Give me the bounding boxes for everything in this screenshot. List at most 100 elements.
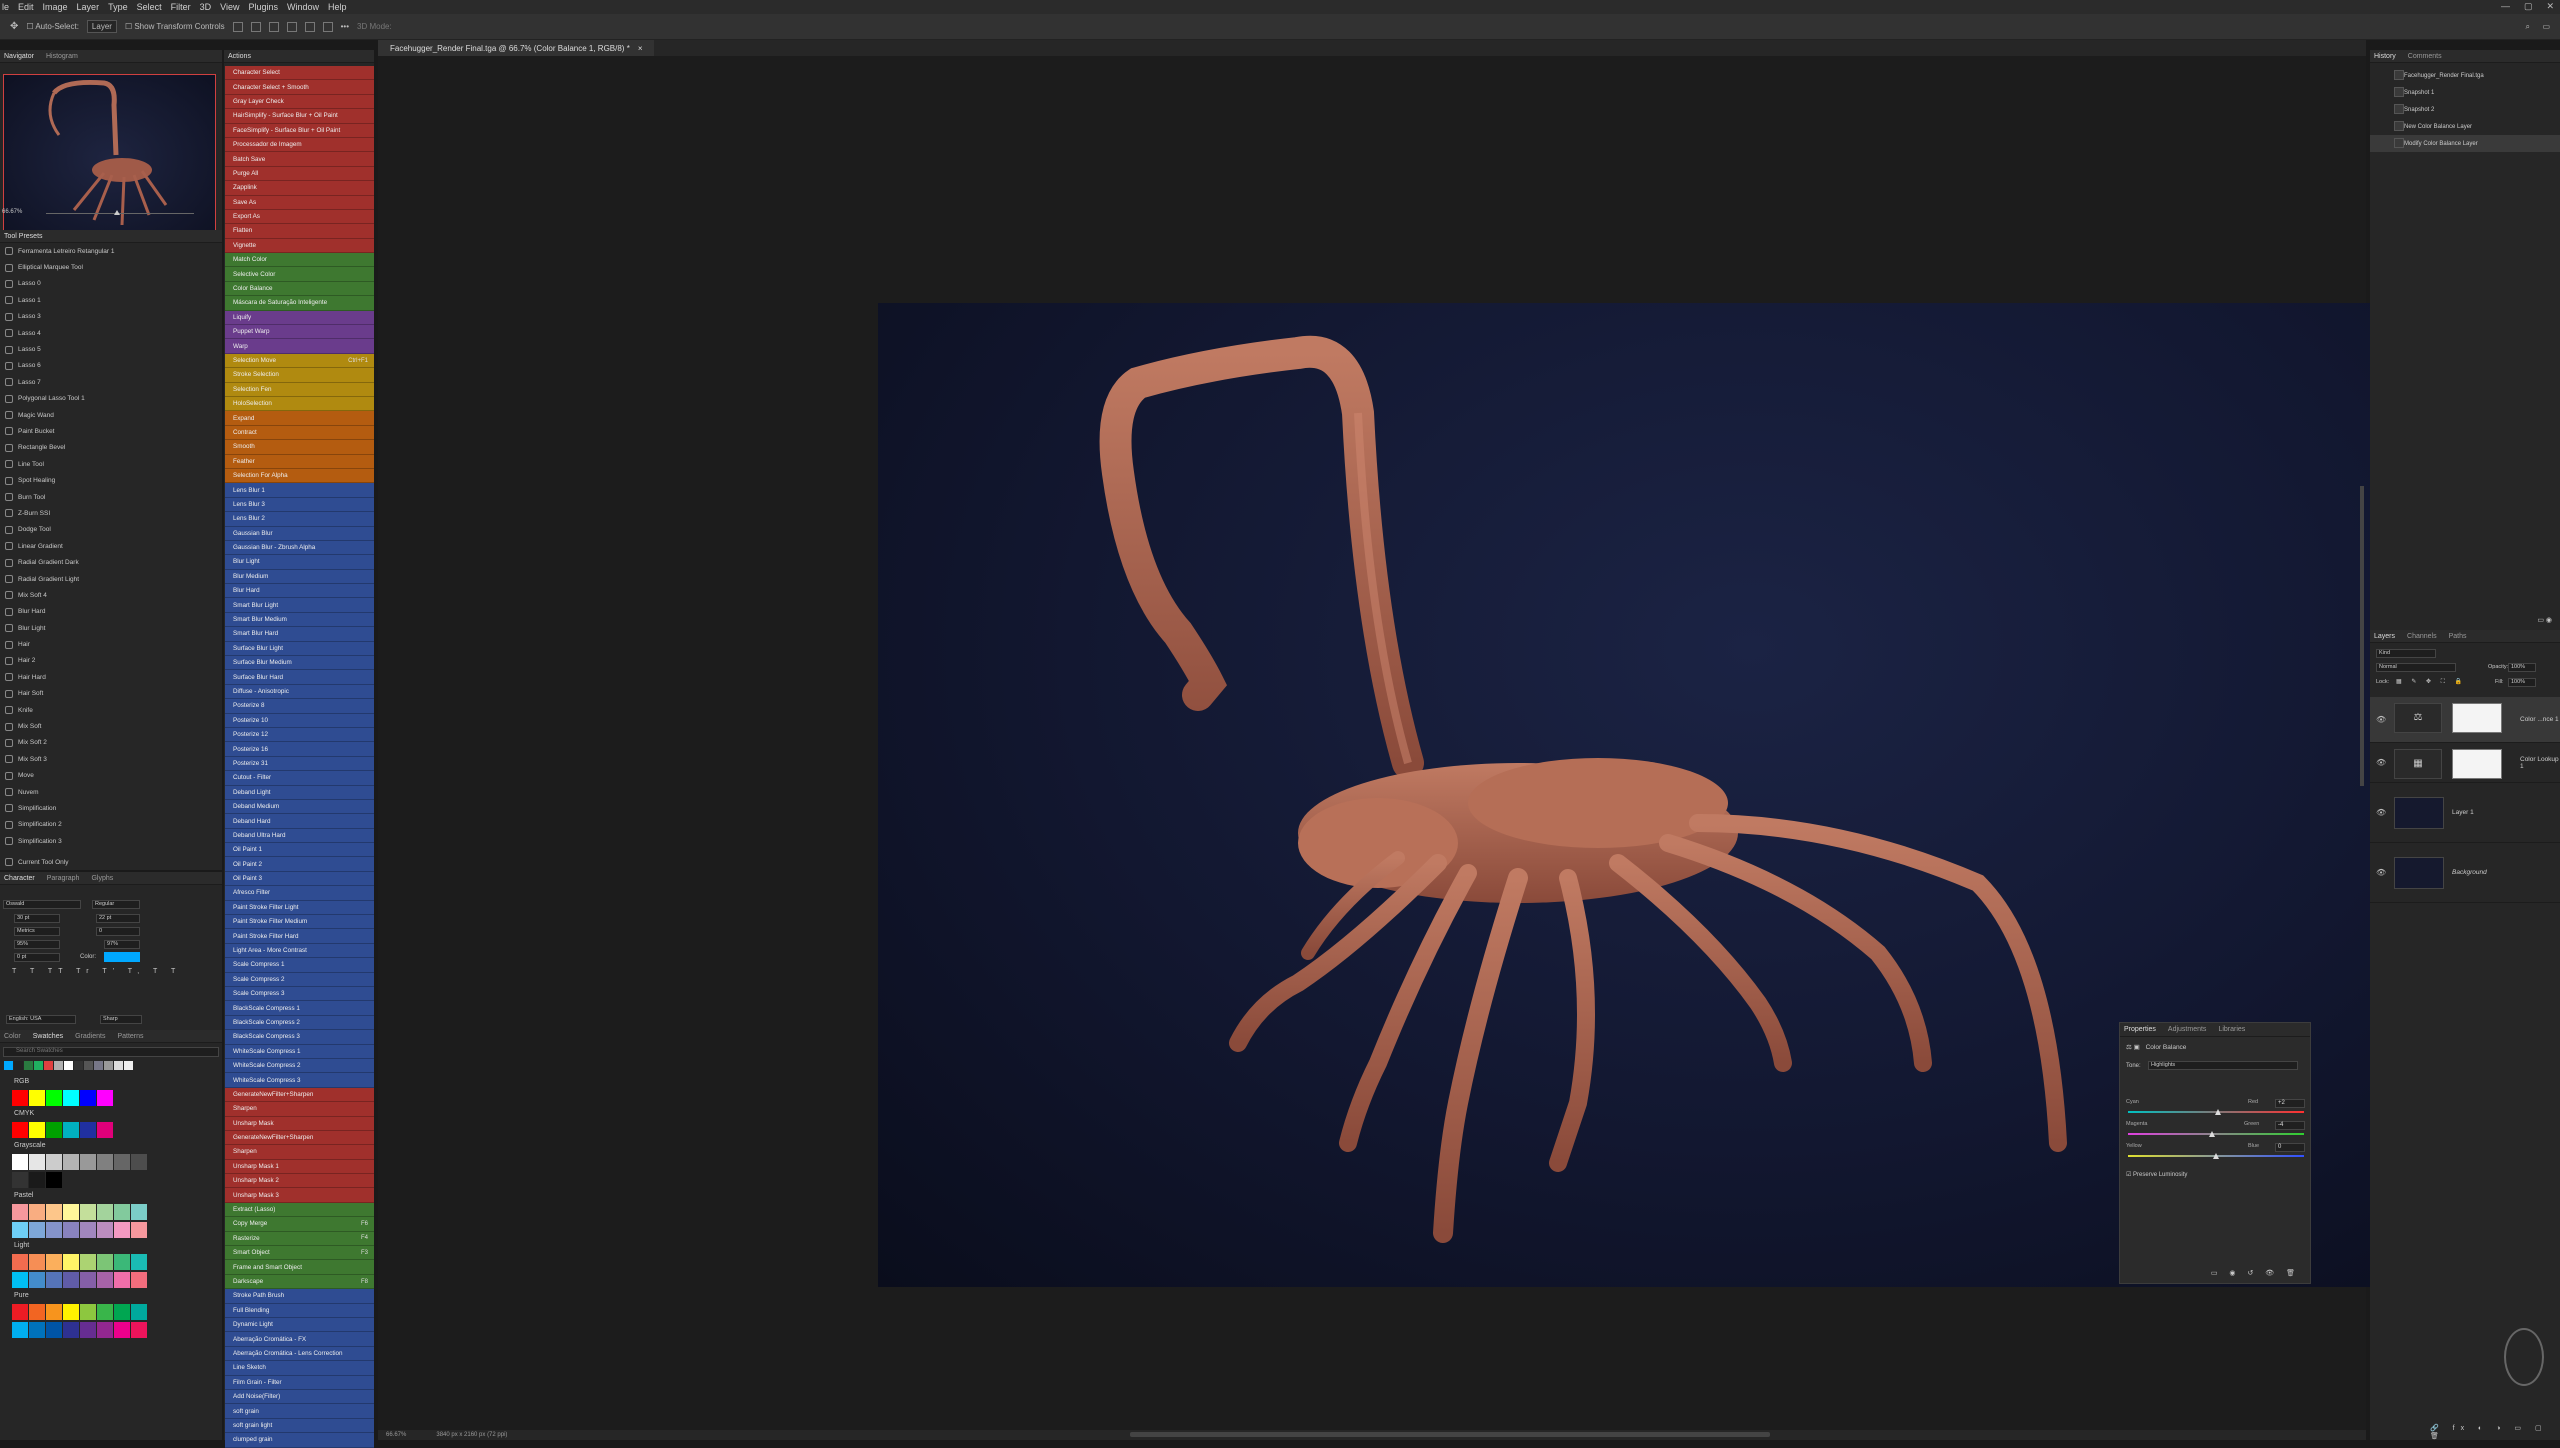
action-item[interactable]: Unsharp Mask 2 [225,1174,374,1189]
action-item[interactable]: Save As [225,195,374,210]
action-item[interactable]: Export As [225,209,374,225]
magenta-green-handle[interactable] [2209,1131,2216,1137]
action-item[interactable]: Aberração Cromática - Lens Correction [225,1346,374,1362]
tab-histogram[interactable]: Histogram [46,53,78,60]
action-item[interactable]: Posterize 16 [225,742,374,757]
action-item[interactable]: Rasterize F4 [225,1231,374,1247]
lock-icons[interactable]: ▦ ✎ ✥ ⛶ 🔒 [2396,678,2466,686]
action-item[interactable]: Light Area - More Contrast [225,943,374,959]
swatch[interactable] [131,1322,147,1338]
tool-preset-item[interactable]: Burn Tool [0,489,222,505]
menu-item[interactable]: 3D [200,2,212,12]
action-item[interactable]: soft grain light [225,1418,374,1434]
action-item[interactable]: Purge All [225,166,374,182]
action-item[interactable]: Gray Layer Check [225,94,374,110]
language-select[interactable]: English: USA [6,1015,76,1024]
tab-properties[interactable]: Properties [2124,1026,2156,1033]
action-item[interactable]: Full Blending [225,1303,374,1318]
antialias-select[interactable]: Sharp [100,1015,142,1024]
action-item[interactable]: Surface Blur Light [225,641,374,657]
swatch[interactable] [97,1222,113,1238]
tool-preset-item[interactable]: Mix Soft 4 [0,587,222,603]
navigator-thumbnail[interactable] [3,74,216,244]
action-item[interactable]: Add Noise(Filter) [225,1389,374,1405]
tracking-field[interactable]: 0 [96,927,140,936]
swatch[interactable] [114,1254,130,1270]
layer-name[interactable]: Color ...nce 1 [2520,716,2559,723]
swatch[interactable] [114,1304,130,1320]
layers-bottom-icons[interactable]: 🔗 fx ◐ ◑ ▭ ▢ 🗑 [2430,1424,2560,1440]
action-item[interactable]: Paint Stroke Filter Medium [225,915,374,930]
history-item[interactable]: Snapshot 2 [2370,101,2560,118]
cyan-red-value[interactable]: +2 [2275,1099,2305,1108]
layer-name[interactable]: Layer 1 [2452,809,2474,816]
swatch[interactable] [29,1154,45,1170]
swatch[interactable] [29,1304,45,1320]
action-item[interactable]: Posterize 8 [225,699,374,714]
tool-preset-item[interactable]: Simplification [0,800,222,816]
align-middle-icon[interactable] [304,21,315,32]
swatch[interactable] [97,1322,113,1338]
history-item[interactable]: New Color Balance Layer [2370,118,2560,135]
swatch[interactable] [12,1122,28,1138]
layer-mask-thumbnail[interactable] [2452,749,2502,779]
swatch[interactable] [12,1272,28,1288]
swatch[interactable] [114,1322,130,1338]
horizontal-scrollbar[interactable] [1130,1432,1770,1437]
tab-color[interactable]: Color [4,1033,21,1040]
more-options-icon[interactable]: ••• [341,22,349,31]
minimize-icon[interactable]: — [2501,1,2510,12]
swatch[interactable] [29,1254,45,1270]
tool-preset-item[interactable]: Spot Healing [0,472,222,488]
action-item[interactable]: Selection Fen [225,382,374,397]
action-item[interactable]: Aberração Cromática - FX [225,1332,374,1347]
swatch[interactable] [12,1090,28,1106]
menu-item[interactable]: Help [328,2,347,12]
magenta-green-slider[interactable] [2128,1133,2304,1135]
font-style-select[interactable]: Regular [92,900,140,909]
action-item[interactable]: Oil Paint 2 [225,857,374,872]
tab-comments[interactable]: Comments [2408,53,2442,60]
font-family-select[interactable]: Oswald [3,900,81,909]
action-item[interactable]: Smart Blur Medium [225,612,374,628]
swatch-group-header[interactable]: Grayscale [0,1138,222,1152]
history-item[interactable]: Facehugger_Render Final.tga [2370,67,2560,84]
blend-mode-select[interactable]: Normal [2376,663,2456,672]
leading-field[interactable]: 22 pt [96,914,140,923]
font-size-field[interactable]: 30 pt [14,914,60,923]
action-item[interactable]: Paint Stroke Filter Hard [225,929,374,944]
action-item[interactable]: Darkscape F8 [225,1274,374,1290]
action-item[interactable]: Surface Blur Medium [225,656,374,671]
vertical-scrollbar[interactable] [2360,486,2364,786]
magenta-green-value[interactable]: -4 [2275,1121,2305,1130]
action-item[interactable]: Unsharp Mask 1 [225,1159,374,1175]
swatch[interactable] [97,1272,113,1288]
action-item[interactable]: Paint Stroke Filter Light [225,900,374,916]
text-style-buttons[interactable]: T T TT Tr T' T, T T [12,968,181,975]
auto-select-target[interactable]: Layer [86,20,117,33]
tool-preset-item[interactable]: Hair [0,636,222,652]
horizontal-scale-field[interactable]: 97% [104,940,140,949]
swatch[interactable] [80,1304,96,1320]
transform-checkbox[interactable]: ☐ Show Transform Controls [125,22,225,31]
action-item[interactable]: WhiteScale Compress 2 [225,1058,374,1074]
swatch[interactable] [46,1222,62,1238]
action-item[interactable]: Line Sketch [225,1361,374,1376]
menu-item[interactable]: Type [108,2,128,12]
tool-preset-item[interactable]: Lasso 5 [0,341,222,357]
properties-footer-icons[interactable]: ▭ ◉ ↺ 👁 🗑 [2211,1269,2300,1277]
tool-preset-item[interactable]: Paint Bucket [0,423,222,439]
eye-icon[interactable]: 👁 [2376,715,2386,724]
action-item[interactable]: WhiteScale Compress 1 [225,1044,374,1059]
action-item[interactable]: BlackScale Compress 2 [225,1015,374,1031]
tool-preset-item[interactable]: Lasso 0 [0,276,222,292]
tool-preset-item[interactable]: Simplification 3 [0,833,222,849]
tool-preset-item[interactable]: Mix Soft 2 [0,735,222,751]
swatch[interactable] [12,1204,28,1220]
swatches-search[interactable]: Search Swatches [3,1047,219,1057]
swatch[interactable] [46,1090,62,1106]
action-item[interactable]: Gaussian Blur [225,526,374,541]
action-item[interactable]: Scale Compress 1 [225,958,374,973]
action-item[interactable]: Afresco Filter [225,886,374,901]
action-item[interactable]: Blur Light [225,555,374,570]
